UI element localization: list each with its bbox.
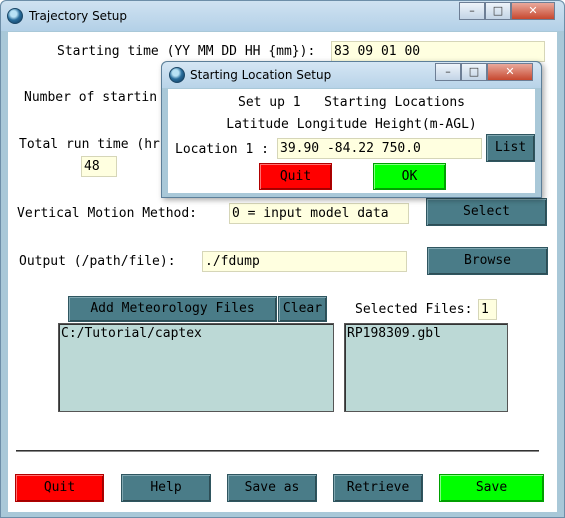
- save-as-button[interactable]: Save as: [227, 474, 317, 502]
- save-button[interactable]: Save: [439, 474, 544, 502]
- list-item[interactable]: RP198309.gbl: [347, 326, 505, 341]
- dialog-maximize-button[interactable]: □: [461, 63, 487, 81]
- minimize-button[interactable]: –: [459, 2, 485, 20]
- starting-location-dialog: Starting Location Setup – □ ✕ Set up 1 S…: [161, 61, 542, 198]
- dialog-ok-button[interactable]: OK: [373, 163, 446, 190]
- location-label: Location 1 :: [175, 142, 269, 157]
- dialog-titlebar[interactable]: Starting Location Setup – □ ✕: [162, 62, 541, 88]
- maximize-button[interactable]: □: [485, 2, 511, 20]
- num-locations-label: Number of startin: [24, 90, 158, 105]
- run-time-input[interactable]: 48: [81, 156, 117, 177]
- dialog-heading-columns: Latitude Longitude Height(m-AGL): [226, 117, 477, 132]
- main-titlebar[interactable]: Trajectory Setup – □ ✕: [1, 1, 564, 31]
- retrieve-button[interactable]: Retrieve: [333, 474, 423, 502]
- output-label: Output (/path/file):: [19, 254, 176, 269]
- dialog-heading-setup: Set up 1 Starting Locations: [238, 95, 465, 110]
- selected-files-label: Selected Files:: [355, 302, 473, 317]
- select-button[interactable]: Select: [426, 198, 547, 226]
- dialog-globe-icon: [169, 67, 185, 83]
- dialog-client-area: Set up 1 Starting Locations Latitude Lon…: [168, 89, 535, 193]
- window-title: Trajectory Setup: [29, 9, 127, 23]
- location-input[interactable]: 39.90 -84.22 750.0: [277, 138, 482, 159]
- dialog-close-button[interactable]: ✕: [487, 63, 533, 81]
- help-button[interactable]: Help: [121, 474, 211, 502]
- dialog-quit-button[interactable]: Quit: [259, 163, 332, 190]
- starting-time-input[interactable]: 83 09 01 00: [331, 41, 545, 62]
- browse-button[interactable]: Browse: [427, 247, 548, 275]
- met-files-list[interactable]: RP198309.gbl: [344, 323, 508, 412]
- list-item[interactable]: C:/Tutorial/captex: [61, 326, 331, 341]
- clear-button[interactable]: Clear: [278, 296, 327, 322]
- vertical-motion-input[interactable]: 0 = input model data: [229, 203, 409, 224]
- met-directory-list[interactable]: C:/Tutorial/captex: [58, 323, 334, 412]
- dialog-title: Starting Location Setup: [190, 68, 332, 82]
- close-button[interactable]: ✕: [511, 2, 555, 20]
- output-path-input[interactable]: ./fdump: [202, 251, 407, 272]
- quit-button[interactable]: Quit: [15, 474, 104, 502]
- dialog-minimize-button[interactable]: –: [435, 63, 461, 81]
- list-button[interactable]: List: [486, 134, 535, 162]
- starting-time-label: Starting time (YY MM DD HH {mm}):: [57, 44, 316, 59]
- add-meteorology-button[interactable]: Add Meteorology Files: [68, 296, 277, 322]
- vertical-motion-label: Vertical Motion Method:: [17, 206, 198, 221]
- selected-files-count[interactable]: 1: [478, 299, 497, 320]
- app-globe-icon: [7, 8, 23, 24]
- run-time-label: Total run time (hr: [19, 137, 160, 152]
- footer-separator: [16, 450, 539, 452]
